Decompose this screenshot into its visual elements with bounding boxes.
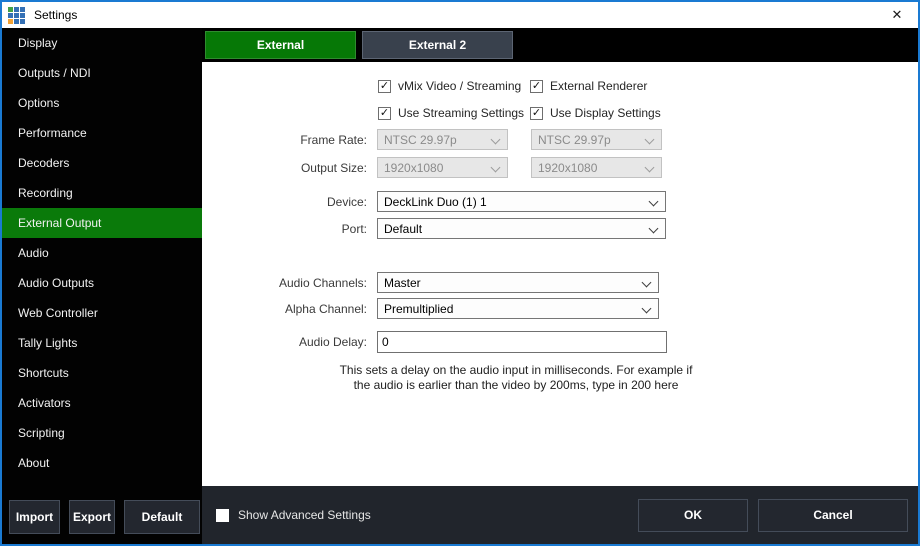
frame-rate-value-2: NTSC 29.97p	[538, 133, 611, 147]
sidebar-item-tally-lights[interactable]: Tally Lights	[2, 328, 202, 358]
sidebar-item-shortcuts[interactable]: Shortcuts	[2, 358, 202, 388]
use-display-settings-label: Use Display Settings	[550, 106, 661, 120]
use-streaming-settings-checkbox[interactable]: ✓	[378, 107, 391, 120]
show-advanced-settings-checkbox[interactable]	[216, 509, 229, 522]
main-panel: External External 2 ✓ vMix Video / Strea…	[202, 28, 918, 544]
chevron-down-icon	[642, 278, 652, 288]
audio-delay-help-text: This sets a delay on the audio input in …	[332, 363, 700, 393]
port-row: Port: Default	[202, 218, 666, 239]
port-label: Port:	[202, 222, 377, 236]
chevron-down-icon	[642, 304, 652, 314]
ok-button[interactable]: OK	[638, 499, 748, 532]
external-renderer-checkbox[interactable]: ✓	[530, 80, 543, 93]
sidebar-item-scripting[interactable]: Scripting	[2, 418, 202, 448]
port-dropdown[interactable]: Default	[377, 218, 666, 239]
audio-delay-label: Audio Delay:	[202, 335, 377, 349]
frame-rate-label: Frame Rate:	[202, 133, 377, 147]
sidebar-item-performance[interactable]: Performance	[2, 118, 202, 148]
output-size-row: Output Size: 1920x1080 1920x1080	[202, 157, 662, 178]
sidebar-item-activators[interactable]: Activators	[2, 388, 202, 418]
chevron-down-icon	[491, 163, 501, 173]
sidebar-item-audio-outputs[interactable]: Audio Outputs	[2, 268, 202, 298]
port-value: Default	[384, 222, 422, 236]
audio-channels-dropdown[interactable]: Master	[377, 272, 659, 293]
window-title: Settings	[34, 8, 77, 22]
settings-window: Settings ✕ Display Outputs / NDI Options…	[0, 0, 920, 546]
checkbox-group-use-streaming-settings: ✓ Use Streaming Settings	[378, 106, 524, 120]
cancel-button[interactable]: Cancel	[758, 499, 908, 532]
sidebar-item-outputs-ndi[interactable]: Outputs / NDI	[2, 58, 202, 88]
output-size-dropdown-1: 1920x1080	[377, 157, 508, 178]
chevron-down-icon	[645, 163, 655, 173]
export-button[interactable]: Export	[69, 500, 115, 534]
sidebar-item-audio[interactable]: Audio	[2, 238, 202, 268]
output-tabs: External External 2	[202, 28, 918, 62]
frame-rate-value-1: NTSC 29.97p	[384, 133, 457, 147]
sidebar-item-options[interactable]: Options	[2, 88, 202, 118]
alpha-channel-row: Alpha Channel: Premultiplied	[202, 298, 659, 319]
audio-delay-row: Audio Delay:	[202, 331, 667, 353]
vmix-logo-icon	[8, 7, 25, 24]
chevron-down-icon	[491, 135, 501, 145]
sidebar-item-external-output[interactable]: External Output	[2, 208, 202, 238]
external-renderer-label: External Renderer	[550, 79, 647, 93]
audio-channels-row: Audio Channels: Master	[202, 272, 659, 293]
import-button[interactable]: Import	[9, 500, 60, 534]
frame-rate-dropdown-1: NTSC 29.97p	[377, 129, 508, 150]
device-label: Device:	[202, 195, 377, 209]
checkbox-group-use-display-settings: ✓ Use Display Settings	[530, 106, 661, 120]
external-output-form: ✓ vMix Video / Streaming ✓ External Rend…	[202, 62, 918, 486]
audio-delay-input[interactable]	[377, 331, 667, 353]
audio-channels-value: Master	[384, 276, 421, 290]
alpha-channel-value: Premultiplied	[384, 302, 453, 316]
default-button[interactable]: Default	[124, 500, 200, 534]
frame-rate-row: Frame Rate: NTSC 29.97p NTSC 29.97p	[202, 129, 662, 150]
alpha-channel-label: Alpha Channel:	[202, 302, 377, 316]
show-advanced-settings-group: Show Advanced Settings	[216, 508, 371, 522]
dialog-footer: Show Advanced Settings OK Cancel	[202, 486, 918, 544]
settings-sidebar: Display Outputs / NDI Options Performanc…	[2, 28, 202, 544]
device-dropdown[interactable]: DeckLink Duo (1) 1	[377, 191, 666, 212]
checkbox-group-external-renderer: ✓ External Renderer	[530, 79, 647, 93]
chevron-down-icon	[645, 135, 655, 145]
frame-rate-dropdown-2: NTSC 29.97p	[531, 129, 662, 150]
alpha-channel-dropdown[interactable]: Premultiplied	[377, 298, 659, 319]
vmix-video-streaming-label: vMix Video / Streaming	[398, 79, 521, 93]
sidebar-item-display[interactable]: Display	[2, 28, 202, 58]
checkbox-group-vmix-video-streaming: ✓ vMix Video / Streaming	[378, 79, 521, 93]
vmix-video-streaming-checkbox[interactable]: ✓	[378, 80, 391, 93]
chevron-down-icon	[649, 224, 659, 234]
audio-channels-label: Audio Channels:	[202, 276, 377, 290]
output-size-value-1: 1920x1080	[384, 161, 443, 175]
title-bar: Settings ✕	[2, 2, 918, 28]
output-size-label: Output Size:	[202, 161, 377, 175]
window-body: Display Outputs / NDI Options Performanc…	[2, 28, 918, 544]
sidebar-item-recording[interactable]: Recording	[2, 178, 202, 208]
close-icon[interactable]: ✕	[880, 3, 914, 27]
show-advanced-settings-label: Show Advanced Settings	[238, 508, 371, 522]
chevron-down-icon	[649, 197, 659, 207]
output-size-dropdown-2: 1920x1080	[531, 157, 662, 178]
sidebar-item-about[interactable]: About	[2, 448, 202, 478]
tab-external-2[interactable]: External 2	[362, 31, 513, 59]
device-value: DeckLink Duo (1) 1	[384, 195, 487, 209]
sidebar-footer-buttons: Import Export Default	[9, 500, 200, 534]
use-streaming-settings-label: Use Streaming Settings	[398, 106, 524, 120]
dialog-action-buttons: OK Cancel	[638, 499, 908, 532]
sidebar-item-decoders[interactable]: Decoders	[2, 148, 202, 178]
tab-external[interactable]: External	[205, 31, 356, 59]
use-display-settings-checkbox[interactable]: ✓	[530, 107, 543, 120]
sidebar-item-web-controller[interactable]: Web Controller	[2, 298, 202, 328]
output-size-value-2: 1920x1080	[538, 161, 597, 175]
device-row: Device: DeckLink Duo (1) 1	[202, 191, 666, 212]
